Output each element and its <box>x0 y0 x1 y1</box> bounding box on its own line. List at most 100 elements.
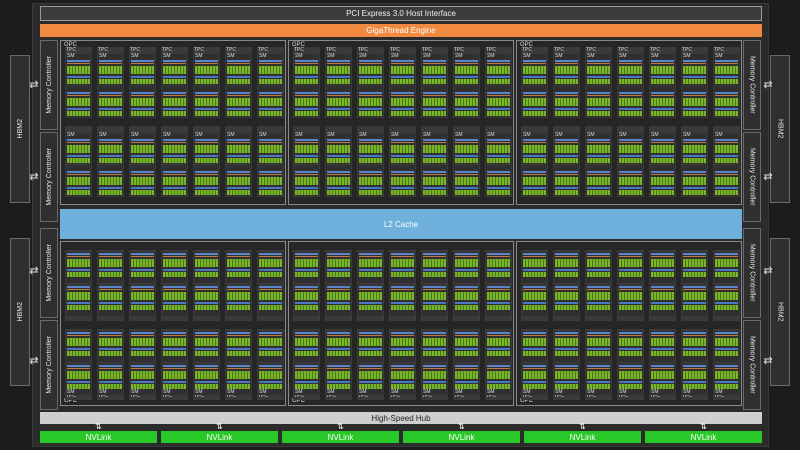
sm-cuda-cores <box>391 259 414 267</box>
tpc-block: TPC SM <box>325 329 352 400</box>
sm-l1-bar <box>195 381 218 383</box>
sm-cuda-cores <box>67 177 90 185</box>
sm-l1-bar <box>651 108 674 110</box>
sm-cache-bar <box>555 63 578 64</box>
sm-cuda-cores <box>99 79 122 84</box>
sm-cuda-cores <box>715 371 738 379</box>
sm-block <box>522 285 547 316</box>
tpc-block: TPC SM <box>325 47 352 118</box>
sm-cache-bar <box>259 368 282 369</box>
sm-l1-bar <box>131 76 154 78</box>
sm-cache-bar <box>359 63 382 64</box>
sm-cache-bar <box>423 368 446 369</box>
sm-l1-bar <box>555 348 578 350</box>
sm-cuda-cores <box>163 351 186 356</box>
sm-block <box>554 165 579 196</box>
sm-cuda-cores <box>227 79 250 84</box>
sm-block <box>390 86 415 117</box>
sm-l1-bar <box>195 155 218 157</box>
sm-cuda-cores <box>195 158 218 163</box>
sm-cuda-cores <box>131 259 154 267</box>
nvlink-3: ⇅ NVLink <box>282 423 399 443</box>
sm-register-bar <box>67 253 90 255</box>
sm-cache-bar <box>359 95 382 96</box>
sm-cache-bar <box>295 289 318 290</box>
sm-register-bar <box>391 286 414 288</box>
sm-register-bar <box>359 286 382 288</box>
sm-block <box>650 165 675 196</box>
tpc-block <box>617 250 644 321</box>
sm-cache-bar <box>455 63 478 64</box>
sm-register-bar <box>259 171 282 173</box>
sm-l1-bar <box>715 302 738 304</box>
sm-cache-bar <box>587 256 610 257</box>
sm-cuda-cores <box>259 259 282 267</box>
sm-cuda-cores <box>195 305 218 310</box>
sm-block <box>358 252 383 283</box>
sm-register-bar <box>327 139 350 141</box>
sm-l1-bar <box>67 108 90 110</box>
sm-cuda-cores <box>163 292 186 300</box>
sm-block <box>162 165 187 196</box>
sm-l1-bar <box>391 187 414 189</box>
sm-cuda-cores <box>487 98 510 106</box>
sm-block: SM <box>226 54 251 85</box>
sm-cache-bar <box>455 289 478 290</box>
sm-block <box>650 86 675 117</box>
sm-register-bar <box>227 60 250 62</box>
sm-register-bar <box>359 92 382 94</box>
sm-cuda-cores <box>99 177 122 185</box>
tpc-block: TPC SM <box>617 47 644 118</box>
sm-l1-bar <box>227 269 250 271</box>
sm-cache-bar <box>359 335 382 336</box>
sm-cache-bar <box>195 368 218 369</box>
sm-cache-bar <box>455 142 478 143</box>
sm-l1-bar <box>259 348 282 350</box>
sm-block <box>454 331 479 362</box>
sm-cuda-cores <box>587 190 610 195</box>
sm-cuda-cores <box>683 190 706 195</box>
tpc-block: SM <box>257 126 284 197</box>
sm-cache-bar <box>523 368 546 369</box>
sm-block <box>714 86 739 117</box>
sm-cuda-cores <box>163 177 186 185</box>
sm-cuda-cores <box>195 66 218 74</box>
sm-cuda-cores <box>683 259 706 267</box>
sm-cuda-cores <box>619 292 642 300</box>
sm-cache-bar <box>131 335 154 336</box>
sm-cuda-cores <box>651 145 674 153</box>
memory-controller: Memory Controller <box>743 320 761 410</box>
sm-cuda-cores <box>423 292 446 300</box>
sm-block <box>618 86 643 117</box>
sm-block <box>326 165 351 196</box>
sm-cuda-cores <box>423 351 446 356</box>
sm-register-bar <box>715 171 738 173</box>
sm-register-bar <box>715 253 738 255</box>
sm-cuda-cores <box>195 111 218 116</box>
sm-label: SM <box>555 389 563 395</box>
sm-l1-bar <box>715 155 738 157</box>
tpc-block: SM <box>681 126 708 197</box>
sm-register-bar <box>715 92 738 94</box>
tpc-block: TPC SM <box>293 47 320 118</box>
sm-cache-bar <box>227 289 250 290</box>
sm-register-bar <box>259 92 282 94</box>
sm-l1-bar <box>327 76 350 78</box>
sm-cache-bar <box>423 335 446 336</box>
sm-cuda-cores <box>523 259 546 267</box>
sm-cuda-cores <box>555 351 578 356</box>
sm-register-bar <box>423 286 446 288</box>
sm-cuda-cores <box>619 158 642 163</box>
sm-cuda-cores <box>131 272 154 277</box>
sm-register-bar <box>683 139 706 141</box>
tpc-block: TPC SM <box>97 329 124 400</box>
sm-label: SM <box>131 132 139 138</box>
sm-l1-bar <box>131 302 154 304</box>
sm-cuda-cores <box>523 190 546 195</box>
sm-cuda-cores <box>259 158 282 163</box>
tpc-block: TPC SM <box>617 329 644 400</box>
sm-block <box>554 252 579 283</box>
sm-l1-bar <box>227 187 250 189</box>
sm-label: SM <box>651 389 659 395</box>
tpc-block: SM <box>161 126 188 197</box>
